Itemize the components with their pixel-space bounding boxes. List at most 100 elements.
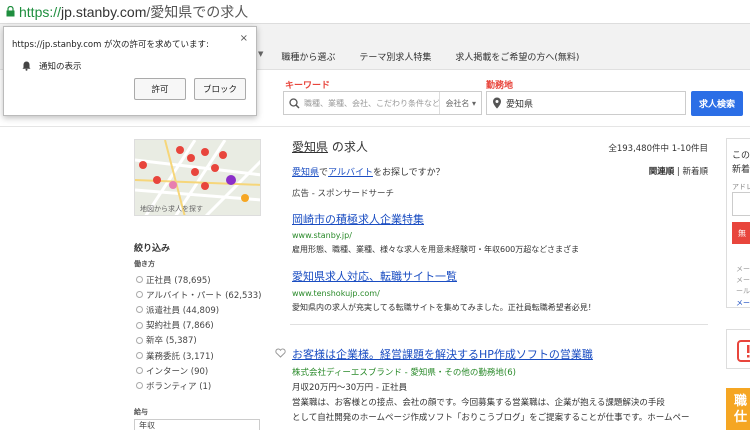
employment-option-label: ボランティア (1) (146, 381, 212, 392)
ad-url[interactable]: www.tenshokujp.com/ (292, 289, 380, 298)
ad-description: 愛知県内の求人が充実してる転職サイトを集めてみました。正社員転職希望者必見！ (292, 303, 596, 312)
salary-select[interactable]: 年収 (134, 419, 260, 430)
alert-subtitle: 新着 (732, 165, 750, 175)
employment-option[interactable]: 業務委託 (3,171) (136, 348, 262, 363)
radio-icon[interactable] (136, 291, 143, 299)
related-mid: で (319, 168, 329, 178)
employment-option[interactable]: 派遣社員 (44,809) (136, 302, 262, 317)
keyword-type-select[interactable]: 会社名 ▾ (439, 92, 481, 114)
register-button[interactable]: 無 (732, 222, 750, 244)
popup-message: https://jp.stanby.com が次の許可を求めています: (12, 40, 209, 50)
alert-note: メー (736, 265, 750, 273)
alert-note: メー (736, 276, 750, 284)
radio-icon[interactable] (136, 276, 143, 284)
related-search: 愛知県でアルバイトをお探しですか？ (292, 165, 445, 178)
side-banner[interactable] (726, 329, 750, 369)
related-rest: をお探しですか？ (372, 168, 445, 178)
ad-url[interactable]: www.stanby.jp/ (292, 231, 352, 240)
job-description: 営業職は、お客様との接点、会社の顔です。今回募集する営業職は、企業が抱える課題解… (292, 398, 665, 408)
page-title-rest: の求人 (328, 140, 368, 154)
keyword-label: キーワード (285, 81, 331, 91)
employment-option[interactable]: アルバイト・パート (62,533) (136, 287, 262, 302)
allow-button[interactable]: 許可 (134, 78, 186, 100)
employment-option-label: インターン (90) (146, 366, 209, 377)
employment-option-label: 新卒 (5,387) (146, 336, 197, 347)
employment-option[interactable]: インターン (90) (136, 363, 262, 378)
bell-icon (22, 61, 31, 71)
sort-options: 関連順 | 新着順 (649, 165, 708, 177)
block-button[interactable]: ブロック (194, 78, 246, 100)
employment-option[interactable]: 契約社員 (7,866) (136, 318, 262, 333)
location-value: 愛知県 (506, 99, 534, 110)
radio-icon[interactable] (136, 306, 143, 314)
salary-title: 給与 (134, 408, 148, 416)
employment-option-label: アルバイト・パート (62,533) (146, 290, 262, 301)
keyword-input[interactable]: 職種、業種、会社、こだわり条件など 会社名 ▾ (283, 91, 482, 115)
refine-title: 絞り込み (134, 244, 171, 254)
page-title: 愛知県 の求人 (292, 138, 368, 155)
job-description: として自社開発のホームページ作成ソフト「おりこうブログ」をご提案することが仕事で… (292, 413, 690, 423)
search-icon (289, 97, 300, 109)
email-label: アドレ (732, 183, 750, 191)
ad-description: 雇用形態、職種、業種、様々な求人を用意未経験可・年収600万超などさまざま (292, 245, 580, 254)
location-pin-icon (493, 97, 501, 109)
employment-title: 働き方 (134, 260, 155, 268)
chevron-down-icon: ▼ (258, 50, 264, 58)
radio-icon[interactable] (136, 336, 143, 344)
email-alert-panel: この 新着 アドレ 無 メー メー ール メー (726, 138, 750, 308)
heart-icon[interactable] (275, 348, 286, 358)
radio-icon[interactable] (136, 382, 143, 390)
keyword-placeholder: 職種、業種、会社、こだわり条件など (304, 98, 440, 108)
address-bar[interactable]: https://jp.stanby.com/愛知県での求人 (0, 0, 750, 24)
radio-icon[interactable] (136, 367, 143, 375)
related-link-parttime[interactable]: アルバイト (328, 168, 373, 178)
search-button[interactable]: 求人検索 (691, 91, 743, 116)
radio-icon[interactable] (136, 352, 143, 360)
nav-links: ▼ 職種から選ぶ テーマ別求人特集 求人掲載をご希望の方へ(無料) (258, 50, 591, 63)
popup-permission-label: 通知の表示 (39, 62, 82, 72)
alert-box-icon (737, 340, 750, 362)
ad-title[interactable]: 岡崎市の積極求人企業特集 (292, 211, 424, 227)
employment-option-label: 契約社員 (7,866) (146, 321, 214, 332)
employment-option[interactable]: 正社員 (78,695) (136, 272, 262, 287)
alert-link[interactable]: メー (736, 298, 750, 307)
keyword-type-value: 会社名 (445, 98, 470, 108)
alert-title: この (732, 151, 750, 161)
email-field[interactable] (732, 192, 750, 216)
job-company: 株式会社ディーエスブランド - 愛知県・その他の勤務地(6) (292, 368, 516, 378)
alert-note: ール (736, 287, 750, 295)
nav-link-occupation[interactable]: 職種から選ぶ (269, 50, 347, 63)
url-text[interactable]: https://jp.stanby.com/愛知県での求人 (19, 2, 248, 22)
notification-permission-popup: https://jp.stanby.com が次の許可を求めています: × 通知… (3, 26, 257, 116)
employment-option-label: 派遣社員 (44,809) (146, 305, 220, 316)
radio-icon[interactable] (136, 321, 143, 329)
employment-option[interactable]: 新卒 (5,387) (136, 333, 262, 348)
page-title-location[interactable]: 愛知県 (292, 140, 328, 154)
url-scheme: https:// (19, 3, 62, 20)
location-input[interactable]: 愛知県 (486, 91, 686, 115)
side-banner-orange[interactable]: 職仕 (726, 388, 750, 430)
popup-permission: 通知の表示 (22, 60, 82, 72)
related-link-location[interactable]: 愛知県 (292, 168, 319, 178)
map-caption[interactable]: 地図から求人を探す (140, 204, 203, 214)
nav-link-theme[interactable]: テーマ別求人特集 (347, 50, 443, 63)
close-icon[interactable]: × (240, 33, 248, 44)
sort-relevance[interactable]: 関連順 (649, 167, 675, 177)
url-path: /愛知県での求人 (146, 3, 249, 20)
sort-newest[interactable]: 新着順 (682, 167, 708, 177)
results-divider (290, 324, 708, 325)
result-count: 全193,480件中 1-10件目 (608, 144, 708, 154)
job-title[interactable]: お客様は企業様。経営課題を解決するHP作成ソフトの営業職 (292, 346, 593, 362)
job-salary: 月収20万円～30万円 - 正社員 (292, 383, 408, 393)
ad-title[interactable]: 愛知県求人対応、転職サイト一覧 (292, 268, 457, 284)
nav-link-post-job[interactable]: 求人掲載をご希望の方へ(無料) (443, 50, 591, 63)
lock-icon (6, 6, 15, 17)
location-label: 勤務地 (486, 81, 514, 91)
ad-label: 広告 - スポンサードサーチ (292, 189, 394, 199)
employment-option-label: 業務委託 (3,171) (146, 351, 214, 362)
employment-option-label: 正社員 (78,695) (146, 275, 211, 286)
employment-option[interactable]: ボランティア (1) (136, 378, 262, 393)
employment-list: 正社員 (78,695) アルバイト・パート (62,533) 派遣社員 (44… (136, 272, 262, 394)
url-host: jp.stanby.com (61, 3, 147, 20)
header-divider (0, 126, 750, 127)
